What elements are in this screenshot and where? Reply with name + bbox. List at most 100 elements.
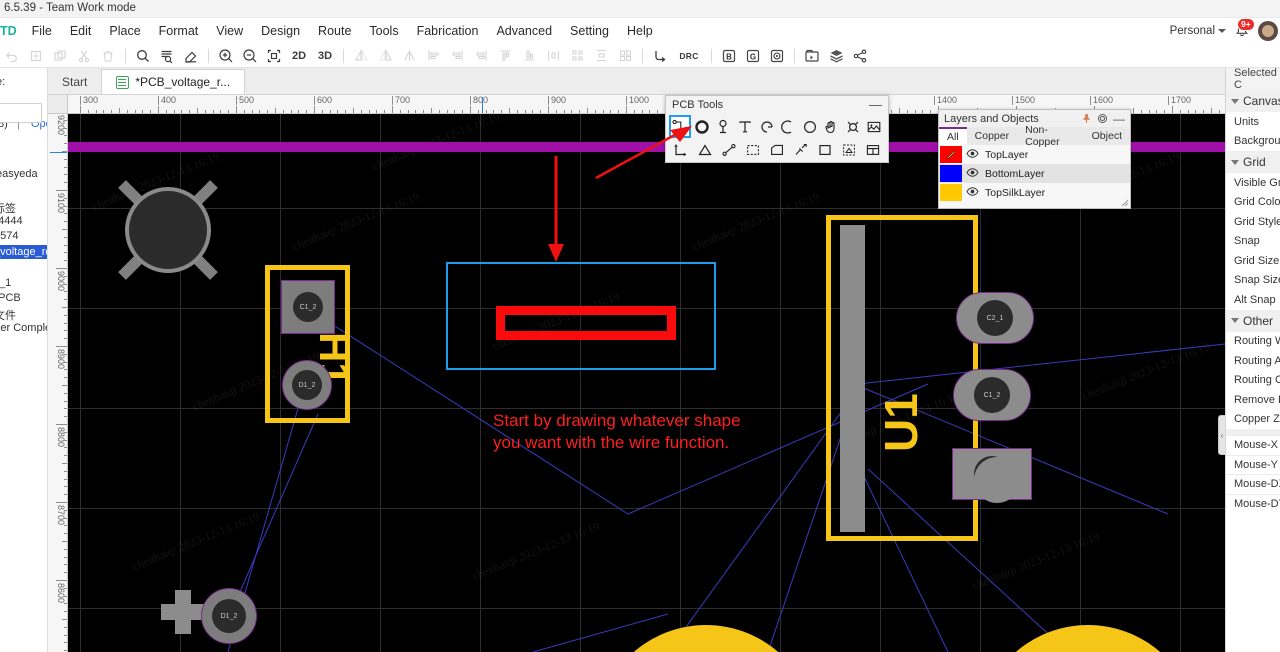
connect-tool-icon[interactable]	[789, 138, 813, 161]
dimension-tool-icon[interactable]	[669, 138, 693, 161]
minimize-icon[interactable]: —	[1113, 113, 1125, 125]
angle-tool-icon[interactable]	[693, 138, 717, 161]
pad-d1-2-h1[interactable]: D1_2	[282, 360, 332, 410]
measure-tool-icon[interactable]	[717, 138, 741, 161]
distribute-vertical-icon[interactable]	[589, 45, 613, 67]
property-row-grid-size[interactable]: Grid Size	[1226, 251, 1280, 271]
circle-tool-icon[interactable]	[799, 115, 821, 138]
pad-c1-2-u1[interactable]: C1_2	[953, 369, 1031, 421]
menu-item-tools[interactable]: Tools	[360, 18, 407, 44]
layers-and-objects-panel[interactable]: Layers and Objects — All Copper Non-Copper…	[938, 109, 1131, 209]
layers-tab-all[interactable]: All	[939, 127, 967, 145]
property-row-units[interactable]: Units	[1226, 112, 1280, 132]
property-row-grid-color[interactable]: Grid Color	[1226, 193, 1280, 213]
layer-visibility-eye-icon[interactable]	[966, 167, 979, 181]
layers-tab-object[interactable]: Object	[1084, 127, 1130, 145]
account-button[interactable]: Personal	[1170, 25, 1226, 37]
menu-item-edit[interactable]: Edit	[61, 18, 101, 44]
layer-color-swatch[interactable]	[940, 184, 962, 201]
left-panel-line11[interactable]: lifier Comple	[0, 322, 47, 334]
property-row-routing-w[interactable]: Routing W	[1226, 332, 1280, 352]
document-tab-0[interactable]: Start	[48, 69, 101, 94]
vertical-ruler[interactable]: 9200 9100 9000 8900 8800 8700 8600	[48, 114, 68, 652]
align-left-icon[interactable]	[421, 45, 445, 67]
search-icon[interactable]	[131, 45, 155, 67]
property-row-snap[interactable]: Snap	[1226, 232, 1280, 252]
fit-to-screen-icon[interactable]	[262, 45, 286, 67]
share-icon[interactable]	[848, 45, 872, 67]
left-panel-line9[interactable]: _PCB	[0, 292, 21, 304]
layer-row-topsilklayer[interactable]: TopSilkLayer	[939, 183, 1130, 202]
hole-tool-icon[interactable]	[842, 115, 864, 138]
image-tool-icon[interactable]	[863, 115, 885, 138]
pin-icon[interactable]	[1081, 113, 1092, 124]
align-center-icon[interactable]	[469, 45, 493, 67]
eraser-icon[interactable]	[179, 45, 203, 67]
minimize-icon[interactable]: —	[869, 97, 882, 112]
properties-group-canvas[interactable]: Canvas	[1226, 90, 1280, 112]
bottom-layer-button[interactable]: B	[717, 45, 741, 67]
menu-item-fabrication[interactable]: Fabrication	[408, 18, 488, 44]
ground-layer-button[interactable]: G	[741, 45, 765, 67]
align-right-icon[interactable]	[445, 45, 469, 67]
property-row-visible-gri[interactable]: Visible Gri	[1226, 173, 1280, 193]
property-row-background[interactable]: Background	[1226, 132, 1280, 152]
undo-icon[interactable]	[0, 45, 24, 67]
route-icon[interactable]	[648, 45, 672, 67]
layer-row-bottomlayer[interactable]: BottomLayer	[939, 164, 1130, 183]
left-panel-search-input[interactable]	[0, 103, 42, 123]
layer-color-swatch[interactable]	[940, 165, 962, 182]
property-row-routing-co[interactable]: Routing Co	[1226, 371, 1280, 391]
arrange-icon[interactable]	[613, 45, 637, 67]
pad-tool-icon[interactable]	[691, 115, 713, 138]
view-2d-button[interactable]: 2D	[286, 45, 312, 67]
hand-tool-icon[interactable]	[820, 115, 842, 138]
mirror-icon[interactable]	[397, 45, 421, 67]
selection-box[interactable]	[446, 262, 716, 370]
table-tool-icon[interactable]	[861, 138, 885, 161]
align-top-icon[interactable]	[493, 45, 517, 67]
menu-item-view[interactable]: View	[207, 18, 252, 44]
notifications-button[interactable]: 9+	[1232, 18, 1255, 41]
properties-group-other[interactable]: Other	[1226, 309, 1280, 332]
property-row-snap-size[interactable]: Snap Size	[1226, 271, 1280, 291]
property-row-grid-style[interactable]: Grid Style	[1226, 212, 1280, 232]
delete-icon[interactable]	[96, 45, 120, 67]
menu-item-format[interactable]: Format	[150, 18, 208, 44]
zoom-out-icon[interactable]	[238, 45, 262, 67]
zoom-in-icon[interactable]	[214, 45, 238, 67]
drc-button[interactable]: DRC	[672, 45, 706, 67]
menu-item-advanced[interactable]: Advanced	[487, 18, 561, 44]
left-panel-line8[interactable]: t_1	[0, 277, 11, 289]
document-tab-1[interactable]: *PCB_voltage_r...	[101, 69, 246, 94]
copy-icon[interactable]	[24, 45, 48, 67]
find-similar-icon[interactable]	[155, 45, 179, 67]
distribute-horizontal-icon[interactable]	[541, 45, 565, 67]
import-icon[interactable]	[800, 45, 824, 67]
solid-region-tool-icon[interactable]	[765, 138, 789, 161]
menu-item-place[interactable]: Place	[100, 18, 149, 44]
menu-item-file[interactable]: File	[23, 18, 61, 44]
layers-tab-non-copper[interactable]: Non-Copper	[1017, 124, 1084, 148]
cut-icon[interactable]	[72, 45, 96, 67]
pad-heatsink-u1[interactable]	[840, 225, 865, 532]
select-region-tool-icon[interactable]	[741, 138, 765, 161]
target-layer-button[interactable]	[765, 45, 789, 67]
menu-item-design[interactable]: Design	[252, 18, 309, 44]
loose-pad-d1-2[interactable]: D1_2	[201, 588, 257, 644]
align-bottom-icon[interactable]	[517, 45, 541, 67]
round-pad-right[interactable]	[974, 457, 1020, 503]
align-group-icon[interactable]	[565, 45, 589, 67]
via-tool-icon[interactable]	[713, 115, 735, 138]
avatar[interactable]	[1258, 21, 1278, 41]
flip-horizontal-icon[interactable]	[349, 45, 373, 67]
property-row-copper-zo[interactable]: Copper Zo	[1226, 410, 1280, 430]
arc2-tool-icon[interactable]	[777, 115, 799, 138]
text-tool-icon[interactable]	[734, 115, 756, 138]
arc-tool-icon[interactable]	[756, 115, 778, 138]
menu-item-setting[interactable]: Setting	[561, 18, 618, 44]
layer-color-swatch[interactable]	[940, 146, 962, 163]
panelize-tool-icon[interactable]	[837, 138, 861, 161]
pad-c1-2-h1[interactable]: C1_2	[281, 280, 335, 334]
gear-icon[interactable]	[1097, 113, 1108, 124]
